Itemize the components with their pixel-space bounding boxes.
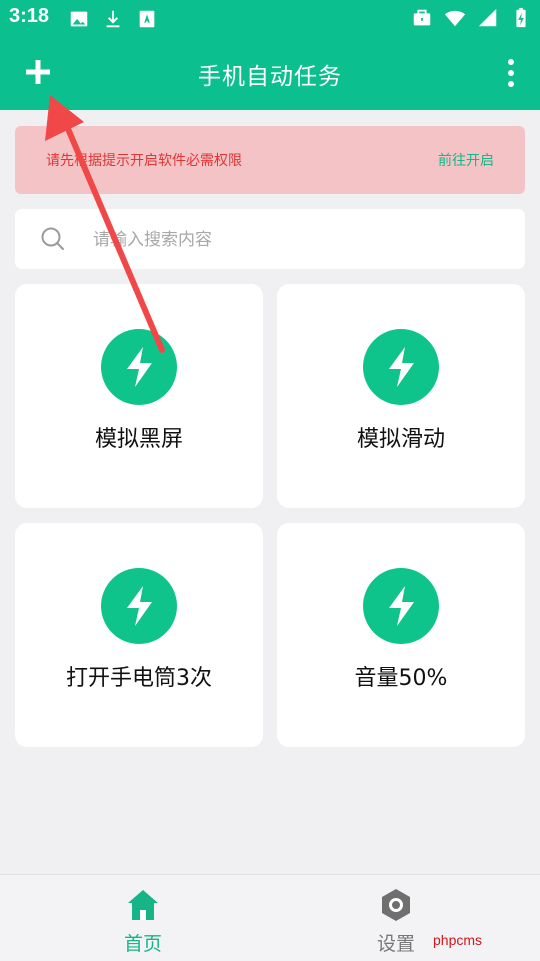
app-bar: 手机自动任务	[0, 36, 540, 110]
settings-hexagon-icon	[382, 889, 410, 921]
task-card-label: 打开手电筒3次	[66, 666, 212, 691]
permission-message: 请先根据提示开启软件必需权限	[46, 153, 242, 169]
battery-charging-icon	[516, 7, 526, 28]
download-icon	[106, 10, 120, 28]
status-left-icons	[68, 8, 158, 30]
task-card-simulate-swipe[interactable]: 模拟滑动	[277, 284, 525, 508]
app-title: 手机自动任务	[198, 64, 342, 90]
status-bar: 3:18	[0, 0, 540, 36]
status-time: 3:18	[9, 5, 50, 27]
task-card-volume[interactable]: 音量50%	[277, 523, 525, 747]
permission-banner: 请先根据提示开启软件必需权限 前往开启	[15, 126, 525, 194]
search-box	[15, 209, 525, 269]
flash-icon	[363, 568, 439, 644]
briefcase-icon	[413, 9, 431, 26]
open-permission-link[interactable]: 前往开启	[438, 150, 494, 170]
wifi-icon	[444, 10, 466, 27]
nav-home-label: 首页	[123, 933, 162, 955]
watermark: phpcms	[433, 932, 483, 948]
signal-icon	[478, 8, 497, 27]
task-card-label: 模拟黑屏	[94, 427, 183, 452]
nav-home[interactable]: 首页	[73, 887, 213, 957]
image-icon	[70, 11, 88, 27]
task-card-simulate-black-screen[interactable]: 模拟黑屏	[15, 284, 263, 508]
status-right-icons	[411, 7, 532, 29]
flash-icon	[101, 568, 177, 644]
flash-icon	[101, 329, 177, 405]
home-icon	[128, 890, 158, 920]
task-card-label: 音量50%	[354, 666, 448, 691]
search-input[interactable]	[91, 223, 495, 257]
text-notification-icon	[139, 10, 155, 28]
search-icon	[41, 227, 64, 250]
flash-icon	[363, 329, 439, 405]
task-card-flashlight[interactable]: 打开手电筒3次	[15, 523, 263, 747]
task-card-label: 模拟滑动	[356, 427, 445, 452]
more-vertical-icon[interactable]	[506, 58, 516, 88]
